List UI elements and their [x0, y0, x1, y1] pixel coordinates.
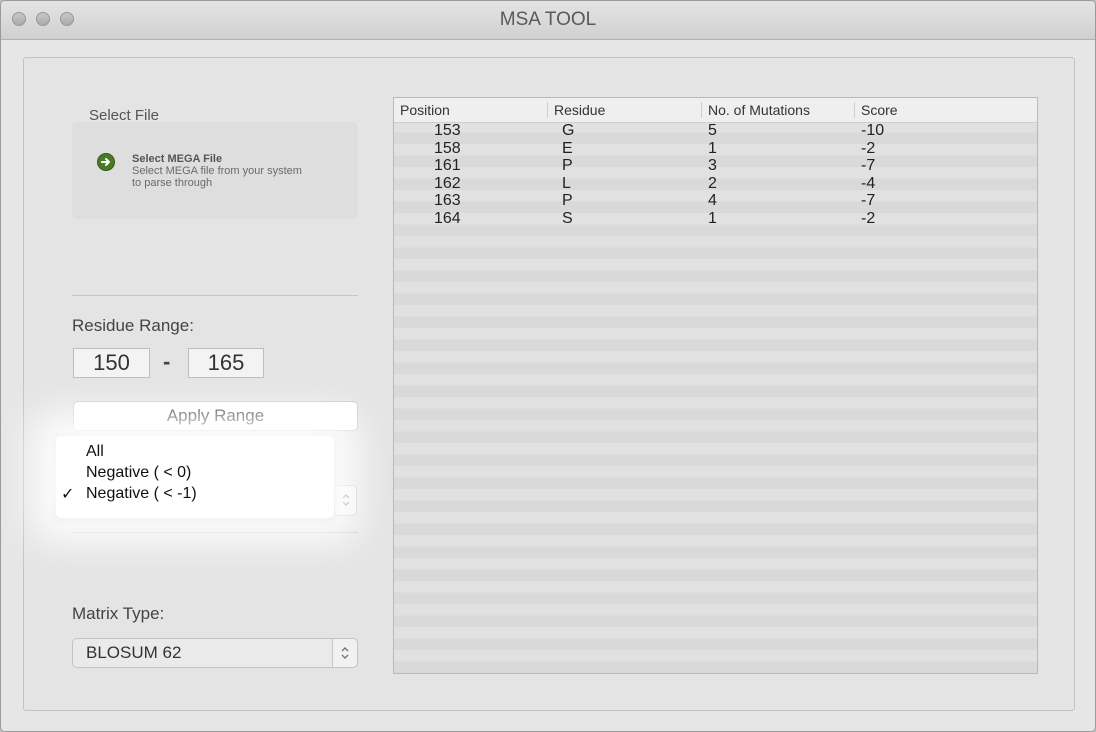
title-bar: MSA TOOL [1, 1, 1095, 40]
cell-mutations: 1 [708, 209, 717, 227]
cell-mutations: 3 [708, 157, 717, 174]
menu-item-negative-lt-minus-1[interactable]: Negative ( < -1) [86, 484, 197, 503]
residue-range-label: Residue Range: [72, 316, 194, 335]
score-filter-menu: All Negative ( < 0) Negative ( < -1) ✓ [56, 436, 334, 518]
cell-score: -10 [861, 122, 885, 139]
matrix-type-label: Matrix Type: [72, 604, 165, 623]
table-row[interactable]: 164 S 1 -2 [394, 210, 1037, 227]
updown-chevron-icon [333, 644, 357, 662]
cell-position: 163 [434, 192, 461, 209]
menu-item-all[interactable]: All [86, 442, 104, 461]
cell-residue: P [562, 157, 573, 174]
checkmark-icon: ✓ [61, 486, 75, 503]
select-mega-file-title[interactable]: Select MEGA File [132, 153, 222, 165]
cell-score: -7 [861, 157, 876, 174]
table-row[interactable]: 158 E 1 -2 [394, 140, 1037, 157]
menu-item-negative-lt-0[interactable]: Negative ( < 0) [86, 463, 191, 482]
cell-score: -7 [861, 192, 876, 209]
score-filter-popup-button[interactable] [334, 485, 357, 516]
cell-score: -2 [861, 209, 876, 227]
window-title: MSA TOOL [499, 9, 597, 30]
arrow-right-circle-icon[interactable] [97, 153, 115, 171]
cell-mutations: 1 [708, 139, 717, 157]
cell-mutations: 2 [708, 174, 717, 192]
matrix-type-select[interactable]: BLOSUM 62 [72, 638, 358, 668]
cell-residue: P [562, 192, 573, 209]
column-header-score[interactable]: Score [854, 102, 898, 118]
updown-chevron-icon [335, 491, 356, 509]
cell-residue: G [562, 122, 575, 139]
cell-position: 153 [434, 122, 461, 139]
app-window: MSA TOOL Select File Select MEGA File Se… [0, 0, 1096, 732]
apply-range-button[interactable]: Apply Range [73, 401, 358, 431]
select-mega-file-description: Select MEGA file from your system to par… [132, 165, 302, 189]
range-separator: - [163, 349, 171, 374]
column-header-residue[interactable]: Residue [547, 102, 605, 118]
matrix-type-value: BLOSUM 62 [86, 643, 182, 662]
matrix-stepper[interactable] [332, 639, 357, 667]
cell-score: -4 [861, 174, 876, 192]
section-divider [72, 532, 358, 533]
table-row[interactable]: 163 P 4 -7 [394, 192, 1037, 209]
results-table[interactable]: Position Residue No. of Mutations Score … [393, 97, 1038, 674]
column-header-position[interactable]: Position [394, 102, 450, 118]
range-from-input[interactable]: 150 [73, 348, 150, 378]
section-divider [72, 295, 358, 296]
cell-residue: E [562, 139, 573, 157]
table-row[interactable]: 162 L 2 -4 [394, 175, 1037, 192]
table-header: Position Residue No. of Mutations Score [394, 98, 1037, 123]
table-row[interactable]: 161 P 3 -7 [394, 157, 1037, 174]
cell-position: 164 [434, 209, 461, 227]
cell-position: 161 [434, 157, 461, 174]
cell-position: 162 [434, 174, 461, 192]
column-header-mutations[interactable]: No. of Mutations [701, 102, 810, 118]
cell-mutations: 5 [708, 122, 717, 139]
cell-score: -2 [861, 139, 876, 157]
cell-residue: S [562, 209, 573, 227]
range-to-input[interactable]: 165 [188, 348, 264, 378]
cell-position: 158 [434, 139, 461, 157]
cell-residue: L [562, 174, 571, 192]
cell-mutations: 4 [708, 192, 717, 209]
table-row[interactable]: 153 G 5 -10 [394, 122, 1037, 139]
